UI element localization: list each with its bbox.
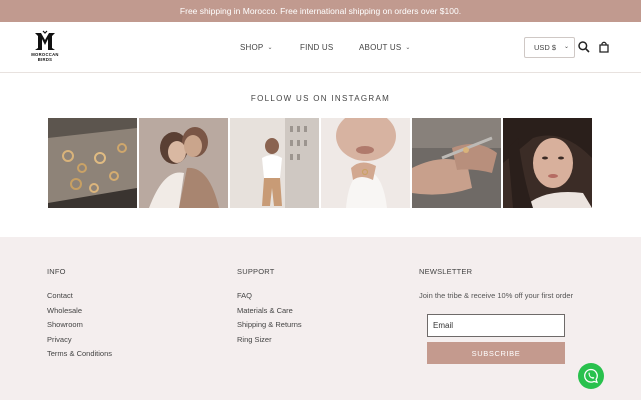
- currency-selector[interactable]: USD $ ⌄: [524, 37, 575, 58]
- footer-newsletter-title: NEWSLETTER: [419, 267, 473, 276]
- nav-about-us[interactable]: ABOUT US ⌄: [359, 22, 411, 73]
- announcement-text: Free shipping in Morocco. Free internati…: [179, 6, 462, 16]
- site-header: MOROCCAN BIRDS SHOP ⌄ FIND US ABOUT US ⌄…: [0, 22, 641, 73]
- instagram-post[interactable]: [48, 118, 137, 208]
- email-field[interactable]: Email: [427, 314, 565, 337]
- logo-text: MOROCCAN BIRDS: [31, 52, 59, 62]
- currency-value: USD $: [534, 43, 557, 52]
- chevron-down-icon: ⌄: [267, 45, 273, 51]
- footer-link-shipping-returns[interactable]: Shipping & Returns: [237, 320, 302, 329]
- footer-link-wholesale[interactable]: Wholesale: [47, 306, 82, 315]
- chevron-down-icon: ⌄: [563, 44, 569, 50]
- footer-link-materials-care[interactable]: Materials & Care: [237, 306, 293, 315]
- footer-link-contact[interactable]: Contact: [47, 291, 73, 300]
- brand-logo[interactable]: MOROCCAN BIRDS: [28, 30, 62, 66]
- footer-link-showroom[interactable]: Showroom: [47, 320, 83, 329]
- instagram-title: FOLLOW US ON INSTAGRAM: [250, 94, 391, 103]
- search-icon[interactable]: [577, 40, 591, 54]
- footer-link-ring-sizer[interactable]: Ring Sizer: [237, 335, 272, 344]
- nav-find-us[interactable]: FIND US: [300, 22, 333, 73]
- cart-icon[interactable]: [597, 40, 611, 54]
- logo-mark-icon: [35, 30, 55, 50]
- jewelry-display-photo: [48, 118, 137, 208]
- woman-portrait-photo: [503, 118, 592, 208]
- instagram-post[interactable]: [503, 118, 592, 208]
- site-footer: INFO Contact Wholesale Showroom Privacy …: [0, 237, 641, 400]
- chevron-down-icon: ⌄: [405, 45, 411, 51]
- instagram-post[interactable]: [230, 118, 319, 208]
- footer-info-title: INFO: [47, 267, 66, 276]
- hand-with-ring-photo: [321, 118, 410, 208]
- instagram-feed: [48, 118, 593, 208]
- nav-shop[interactable]: SHOP ⌄: [240, 22, 273, 73]
- instagram-post[interactable]: [412, 118, 501, 208]
- newsletter-text: Join the tribe & receive 10% off your fi…: [419, 291, 574, 300]
- instagram-post[interactable]: [139, 118, 228, 208]
- whatsapp-icon: [584, 368, 598, 384]
- nav-shop-label: SHOP: [240, 43, 264, 52]
- footer-link-terms[interactable]: Terms & Conditions: [47, 349, 112, 358]
- subscribe-label: SUBSCRIBE: [471, 348, 521, 358]
- email-placeholder: Email: [433, 321, 454, 330]
- hands-crafting-jewelry-photo: [412, 118, 501, 208]
- nav-find-us-label: FIND US: [300, 43, 334, 52]
- footer-support-title: SUPPORT: [237, 267, 275, 276]
- whatsapp-button[interactable]: [578, 363, 604, 389]
- woman-in-white-outfit-photo: [230, 118, 319, 208]
- instagram-post[interactable]: [321, 118, 410, 208]
- announcement-bar: Free shipping in Morocco. Free internati…: [0, 0, 641, 22]
- two-women-embracing-photo: [139, 118, 228, 208]
- subscribe-button[interactable]: SUBSCRIBE: [427, 342, 565, 364]
- nav-about-us-label: ABOUT US: [359, 43, 402, 52]
- footer-link-privacy[interactable]: Privacy: [47, 335, 72, 344]
- footer-link-faq[interactable]: FAQ: [237, 291, 252, 300]
